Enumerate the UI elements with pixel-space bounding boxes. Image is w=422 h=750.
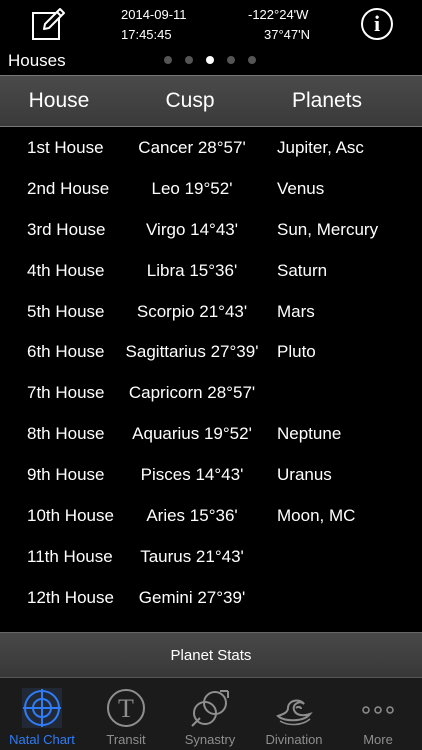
info-icon: i: [373, 11, 381, 36]
column-header-planets: Planets: [291, 89, 363, 112]
houses-table: 1st House Cancer 28°57' Jupiter, Asc 2nd H…: [0, 127, 422, 618]
info-button[interactable]: i: [361, 8, 393, 40]
house-cusp: Leo 19°52': [151, 178, 233, 198]
tab-label: Natal Chart: [9, 732, 75, 747]
table-row[interactable]: 4th House Libra 15°36' Saturn: [0, 250, 422, 291]
table-row[interactable]: 1st House Cancer 28°57' Jupiter, Asc: [0, 127, 422, 168]
table-row[interactable]: 6th House Sagittarius 27°39' Pluto: [0, 331, 422, 372]
tab-label: Synastry: [184, 732, 236, 747]
house-name: 6th House: [27, 342, 105, 362]
table-row[interactable]: 10th House Aries 15°36' Moon, MC: [0, 495, 422, 536]
page-dot[interactable]: [227, 56, 235, 64]
tab-natal-chart[interactable]: Natal Chart: [0, 678, 84, 750]
house-cusp: Cancer 28°57': [138, 138, 246, 157]
synastry-icon: [191, 690, 229, 727]
column-header-house: House: [28, 89, 90, 112]
house-planets: Neptune: [277, 424, 342, 444]
house-cusp: Capricorn 28°57': [128, 383, 256, 403]
house-name: 5th House: [27, 301, 105, 321]
table-header: House Cusp Planets: [0, 75, 422, 127]
house-name: 8th House: [27, 424, 105, 444]
house-name: 12th House: [27, 587, 114, 607]
house-cusp: Taurus 21°43': [140, 546, 244, 566]
house-cusp: Sagittarius 27°39': [125, 342, 259, 362]
house-name: 1st House: [27, 138, 104, 157]
house-planets: Pluto: [277, 342, 316, 362]
table-row[interactable]: 2nd House Leo 19°52' Venus: [0, 168, 422, 209]
more-dots-icon: [362, 706, 394, 714]
house-name: 2nd House: [27, 178, 110, 198]
transit-t-icon: T: [107, 689, 145, 727]
house-cusp: Gemini 27°39': [138, 587, 246, 607]
planet-stats-button[interactable]: Planet Stats: [0, 632, 422, 678]
edit-button[interactable]: [30, 6, 66, 42]
chart-date: 2014-09-11: [121, 7, 187, 22]
tab-divination[interactable]: Divination: [252, 678, 336, 750]
page-indicator[interactable]: [164, 56, 256, 64]
section-label: Houses: [8, 51, 66, 70]
divination-icon: [276, 699, 313, 726]
house-planets: Uranus: [277, 465, 332, 485]
table-row[interactable]: 8th House Aquarius 19°52' Neptune: [0, 413, 422, 454]
column-header-cusp: Cusp: [165, 89, 215, 112]
house-cusp: Scorpio 21°43': [136, 301, 248, 321]
house-planets: Saturn: [277, 260, 328, 280]
table-row[interactable]: 7th House Capricorn 28°57': [0, 372, 422, 413]
house-name: 3rd House: [27, 219, 106, 239]
edit-icon: [32, 8, 65, 40]
house-name: 10th House: [27, 506, 114, 526]
house-name: 4th House: [27, 260, 105, 280]
page-dot[interactable]: [248, 56, 256, 64]
house-cusp: Aries 15°36': [146, 506, 238, 526]
house-cusp: Virgo 14°43': [146, 219, 238, 239]
house-name: 9th House: [27, 465, 105, 485]
tab-more[interactable]: More: [336, 678, 420, 750]
table-row[interactable]: 9th House Pisces 14°43' Uranus: [0, 454, 422, 495]
page-dot[interactable]: [206, 56, 214, 64]
crosshair-icon: [22, 688, 62, 728]
tab-label: More: [363, 732, 393, 747]
svg-text:T: T: [118, 694, 134, 723]
table-row[interactable]: 12th House Gemini 27°39': [0, 577, 422, 618]
page-dot[interactable]: [164, 56, 172, 64]
house-planets: Venus: [277, 178, 325, 198]
chart-longitude: -122°24'W: [248, 7, 309, 22]
house-cusp: Pisces 14°43': [140, 465, 244, 485]
house-name: 11th House: [27, 546, 113, 566]
chart-time: 17:45:45: [121, 27, 172, 42]
table-row[interactable]: 3rd House Virgo 14°43' Sun, Mercury: [0, 209, 422, 250]
tab-label: Divination: [265, 732, 323, 747]
house-cusp: Libra 15°36': [146, 260, 238, 280]
house-planets: Jupiter, Asc: [277, 138, 364, 157]
table-row[interactable]: 5th House Scorpio 21°43' Mars: [0, 291, 422, 332]
table-row[interactable]: 11th House Taurus 21°43': [0, 536, 422, 577]
house-cusp: Aquarius 19°52': [132, 424, 252, 444]
house-planets: Moon, MC: [277, 506, 356, 526]
tab-label: Transit: [106, 732, 146, 747]
house-name: 7th House: [27, 383, 105, 403]
page-dot[interactable]: [185, 56, 193, 64]
house-planets: Mars: [277, 301, 315, 321]
top-bar: 2014-09-11 17:45:45 -122°24'W 37°47'N i …: [0, 0, 422, 76]
tab-bar: Natal Chart T Transit Synastry Divinatio…: [0, 678, 422, 750]
chart-latitude: 37°47'N: [264, 27, 310, 42]
tab-synastry[interactable]: Synastry: [168, 678, 252, 750]
tab-transit[interactable]: T Transit: [84, 678, 168, 750]
house-planets: Sun, Mercury: [277, 219, 379, 239]
